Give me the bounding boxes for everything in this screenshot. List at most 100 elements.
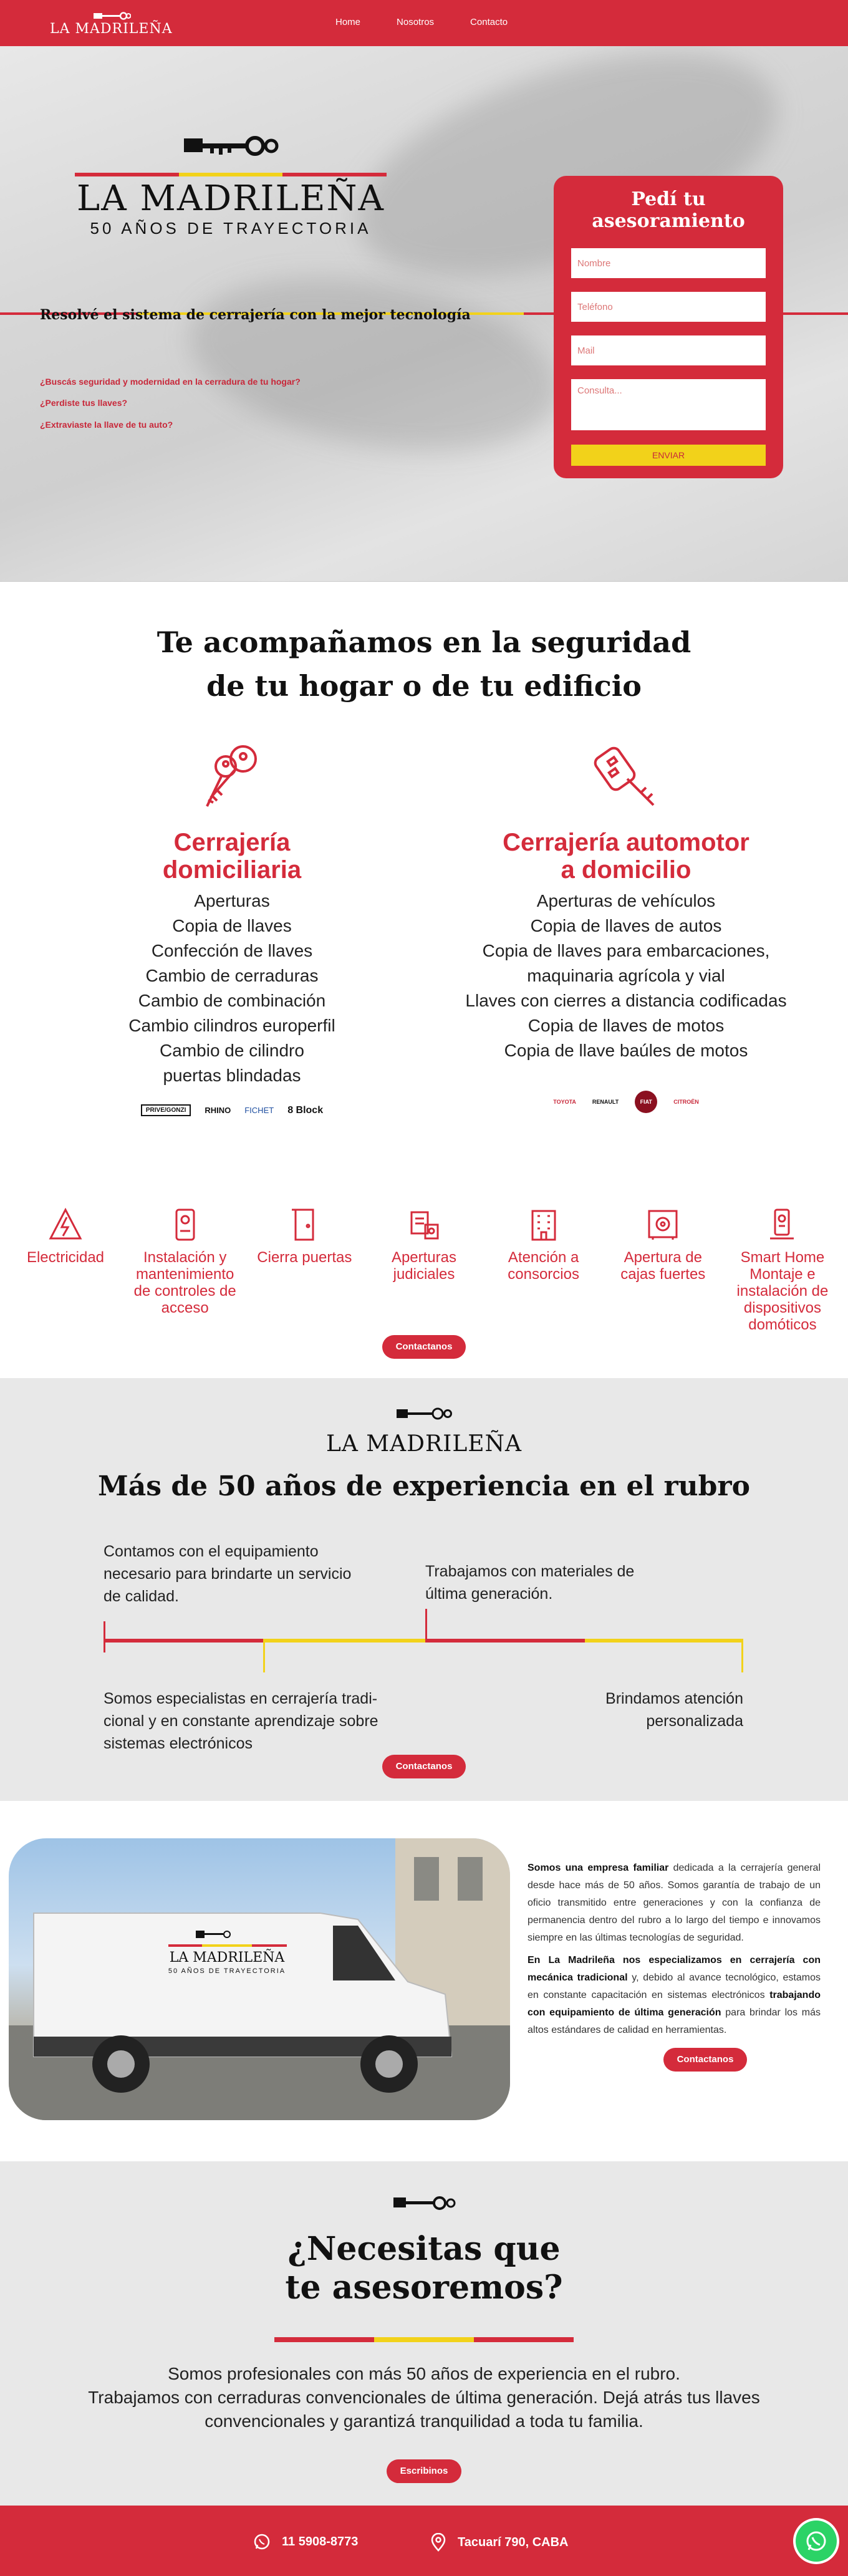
brand-logo-rhino: RHINO — [205, 1106, 231, 1115]
timeline-tick — [263, 1641, 265, 1672]
cta-title-line2: te asesoremos? — [285, 2269, 563, 2307]
list-item: Copia de llaves de motos — [528, 1016, 725, 1035]
list-item: Copia de llaves para embarcaciones, — [482, 941, 770, 960]
services-cta-wrap: Contactanos — [0, 1335, 848, 1359]
list-item: Cambio de cerraduras — [145, 966, 319, 985]
brand-logo-toyota: TOYOTA — [553, 1099, 576, 1105]
extra-service-judicial: Aperturas judiciales — [371, 1205, 477, 1333]
timeline-segment — [585, 1639, 743, 1643]
whatsapp-float-button[interactable] — [796, 2521, 837, 2562]
door-closer-icon — [251, 1205, 357, 1244]
send-button[interactable]: ENVIAR — [571, 445, 766, 466]
experience-section: LA MADRILEÑA Más de 50 años de experienc… — [0, 1378, 848, 1801]
logo-color-bars — [75, 173, 387, 176]
contact-button[interactable]: Contactanos — [663, 2048, 748, 2072]
brand-logo-fiat: FIAT — [635, 1091, 658, 1113]
extra-service-access: Instalación y mantenimiento de controles… — [132, 1205, 238, 1333]
list-item: Aperturas — [194, 891, 270, 910]
write-us-button[interactable]: Escribinos — [386, 2459, 462, 2483]
experience-text-2: Trabajamos con materiales de última gene… — [425, 1563, 635, 1603]
home-title-line1: Cerrajería — [173, 829, 291, 856]
extra-service-label: Smart Home Montaje e instalación de disp… — [736, 1249, 829, 1333]
brand-logo-citroen: CITROËN — [673, 1099, 699, 1105]
list-item: Cambio cilindros europerfil — [128, 1016, 335, 1035]
list-item: maquinaria agrícola y vial — [527, 966, 725, 985]
extra-service-label: Electricidad — [26, 1249, 105, 1266]
contact-button[interactable]: Contactanos — [382, 1755, 466, 1778]
about-paragraph-2: En La Madrileña nos especializamos en ce… — [528, 1952, 821, 2039]
name-field[interactable] — [571, 248, 766, 278]
about-text-1: dedicada a la cerrajería general desde h… — [528, 1863, 821, 1943]
footer-phone[interactable]: 11 5908-8773 — [253, 2533, 358, 2550]
contact-button[interactable]: Contactanos — [382, 1335, 466, 1359]
auto-locksmith-title: Cerrajería automotor a domicilio — [451, 829, 801, 884]
extra-services-row: Electricidad Instalación y mantenimiento… — [12, 1205, 836, 1333]
brand-logo-8block: 8 Block — [287, 1104, 324, 1116]
cta-body: Somos profesionales con más 50 años de e… — [62, 2362, 786, 2433]
experience-timeline — [104, 1609, 743, 1672]
extra-service-label: Instalación y mantenimiento de controles… — [133, 1249, 236, 1316]
whatsapp-icon — [806, 2531, 826, 2551]
auto-title-line1: Cerrajería automotor — [503, 829, 749, 856]
cta-button-wrap: Escribinos — [0, 2459, 848, 2483]
list-item: Cambio de combinación — [138, 991, 326, 1010]
experience-text-1: Contamos con el equipamiento necesario p… — [104, 1543, 352, 1605]
nav-logo[interactable]: LA MADRILEÑA — [50, 11, 173, 37]
van-illustration: LA MADRILEÑA 50 AÑOS DE TRAYECTORIA — [9, 1838, 510, 2120]
list-item: Copia de llave baúles de motos — [504, 1041, 748, 1060]
home-brands: PRIVE/GONZI RHINO FICHET 8 Block — [57, 1104, 407, 1116]
services-title: Te acompañamos en la seguridad de tu hog… — [0, 620, 848, 708]
timeline-tick — [425, 1609, 427, 1640]
hero-tagline: Resolvé el sistema de cerrajería con la … — [40, 307, 471, 323]
nav-logo-text: LA MADRILEÑA — [50, 21, 173, 37]
key-logo-icon — [397, 1407, 452, 1420]
safe-icon — [610, 1205, 716, 1244]
hero-question-2: ¿Perdiste tus llaves? — [40, 398, 128, 408]
services-title-line2: de tu hogar o de tu edificio — [206, 669, 642, 703]
nav-link-nosotros[interactable]: Nosotros — [397, 17, 434, 27]
home-services-list: Aperturas Copia de llaves Confección de … — [57, 889, 407, 1088]
location-pin-icon — [431, 2533, 446, 2552]
nav-link-home[interactable]: Home — [335, 17, 360, 27]
car-key-icon — [451, 731, 801, 813]
extra-service-door-closer: Cierra puertas — [251, 1205, 357, 1333]
access-control-icon — [132, 1205, 238, 1244]
list-item: puertas blindadas — [163, 1066, 301, 1085]
experience-title: Más de 50 años de experiencia en el rubr… — [98, 1470, 750, 1502]
services-section: Te acompañamos en la seguridad de tu hog… — [0, 581, 848, 1378]
message-field[interactable] — [571, 379, 766, 430]
keys-icon — [57, 731, 407, 813]
smart-home-icon — [730, 1205, 836, 1244]
electricity-icon — [12, 1205, 118, 1244]
timeline-segment — [263, 1639, 425, 1643]
extra-service-smart-home: Smart Home Montaje e instalación de disp… — [730, 1205, 836, 1333]
cta-body-line3: convencionales y garantizá tranquilidad … — [205, 2411, 643, 2431]
van-logo-text: LA MADRILEÑA — [170, 1948, 286, 1966]
hero-question-1: ¿Buscás seguridad y modernidad en la cer… — [40, 377, 301, 387]
advice-cta-section: ¿Necesitas que te asesoremos? Somos prof… — [0, 2161, 848, 2506]
hero-logo: LA MADRILEÑA 50 AÑOS DE TRAYECTORIA — [75, 133, 387, 238]
experience-cta-wrap: Contactanos — [0, 1755, 848, 1778]
list-item: Cambio de cilindro — [160, 1041, 304, 1060]
nav-link-contacto[interactable]: Contacto — [470, 17, 508, 27]
brand-logo-renault: RENAULT — [592, 1099, 619, 1105]
key-logo-icon — [184, 136, 279, 156]
company-van-image: LA MADRILEÑA 50 AÑOS DE TRAYECTORIA — [9, 1838, 510, 2120]
extra-service-label: Apertura de cajas fuertes — [620, 1249, 706, 1283]
auto-services-list: Aperturas de vehículos Copia de llaves d… — [451, 889, 801, 1063]
cta-color-bars — [274, 2337, 574, 2342]
extra-service-electricity: Electricidad — [12, 1205, 118, 1333]
hero-section: LA MADRILEÑA 50 AÑOS DE TRAYECTORIA Reso… — [0, 46, 848, 581]
extra-service-label: Atención a consorcios — [508, 1249, 579, 1283]
about-section: LA MADRILEÑA 50 AÑOS DE TRAYECTORIA Somo… — [0, 1801, 848, 2161]
hero-logo-sub: 50 AÑOS DE TRAYECTORIA — [90, 219, 372, 238]
auto-title-line2: a domicilio — [561, 856, 691, 884]
cta-key-logo — [0, 2195, 848, 2219]
auto-brands: TOYOTA RENAULT FIAT CITROËN — [451, 1091, 801, 1113]
whatsapp-icon — [254, 2534, 270, 2550]
top-nav: LA MADRILEÑA Home Nosotros Contacto — [0, 0, 848, 46]
home-locksmith-title: Cerrajería domiciliaria — [57, 829, 407, 884]
footer-address[interactable]: Tacuarí 790, CABA — [430, 2533, 568, 2552]
phone-field[interactable] — [571, 292, 766, 322]
mail-field[interactable] — [571, 335, 766, 365]
